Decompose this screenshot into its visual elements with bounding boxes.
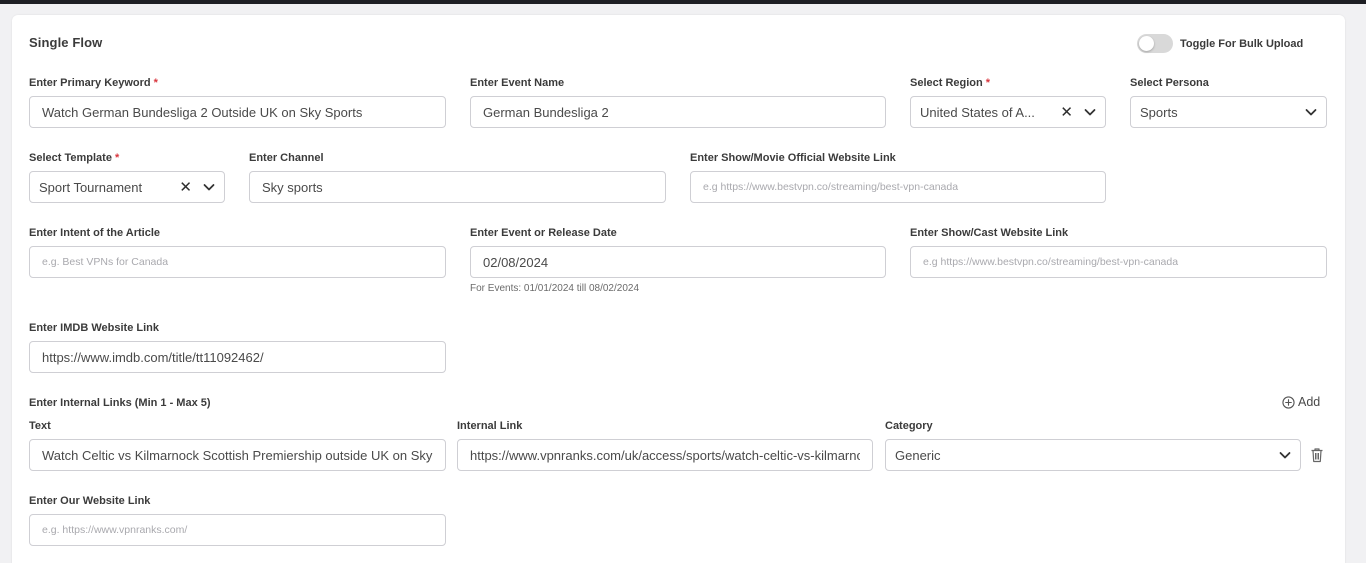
- release-date-input[interactable]: 02/08/2024: [470, 246, 886, 278]
- chevron-down-icon[interactable]: [1278, 448, 1292, 462]
- release-date-label: Enter Event or Release Date: [470, 227, 617, 239]
- internal-text-column-label: Text: [29, 420, 51, 432]
- cast-link-label: Enter Show/Cast Website Link: [910, 227, 1069, 239]
- window-top-bar: [0, 0, 1366, 4]
- page-title: Single Flow: [29, 35, 103, 50]
- region-label: Select Region *: [910, 77, 991, 89]
- event-name-label: Enter Event Name: [470, 77, 565, 89]
- official-link-label: Enter Show/Movie Official Website Link: [690, 152, 896, 164]
- our-website-link-input[interactable]: e.g. https://www.vpnranks.com/: [29, 514, 446, 546]
- official-link-input[interactable]: e.g https://www.bestvpn.co/streaming/bes…: [690, 171, 1106, 203]
- region-select[interactable]: United States of A... ✕: [910, 96, 1106, 128]
- event-name-input[interactable]: German Bundesliga 2: [470, 96, 886, 128]
- template-select[interactable]: Sport Tournament ✕: [29, 171, 225, 203]
- cast-link-input[interactable]: e.g https://www.bestvpn.co/streaming/bes…: [910, 246, 1327, 278]
- bulk-upload-toggle[interactable]: [1137, 34, 1173, 53]
- bulk-upload-toggle-label: Toggle For Bulk Upload: [1180, 37, 1304, 50]
- bulk-upload-toggle-group: Toggle For Bulk Upload: [1137, 34, 1303, 53]
- primary-keyword-label: Enter Primary Keyword *: [29, 77, 158, 89]
- clear-x-icon[interactable]: ✕: [1060, 105, 1073, 120]
- internal-link-column-label: Internal Link: [457, 420, 523, 432]
- add-internal-link-button[interactable]: Add: [1282, 395, 1320, 409]
- category-select[interactable]: Generic: [885, 439, 1301, 471]
- imdb-link-label: Enter IMDB Website Link: [29, 322, 159, 334]
- clear-x-icon[interactable]: ✕: [179, 180, 192, 195]
- channel-label: Enter Channel: [249, 152, 324, 164]
- trash-icon[interactable]: [1310, 447, 1324, 463]
- release-date-hint: For Events: 01/01/2024 till 08/02/2024: [470, 283, 640, 294]
- template-label: Select Template *: [29, 152, 120, 164]
- imdb-link-input[interactable]: https://www.imdb.com/title/tt11092462/: [29, 341, 446, 373]
- channel-input[interactable]: Sky sports: [249, 171, 666, 203]
- plus-circle-icon: [1282, 395, 1295, 409]
- category-column-label: Category: [885, 420, 933, 432]
- chevron-down-icon[interactable]: [1304, 105, 1318, 119]
- our-website-link-label: Enter Our Website Link: [29, 495, 151, 507]
- internal-link-url-input[interactable]: https://www.vpnranks.com/uk/access/sport…: [457, 439, 873, 471]
- chevron-down-icon[interactable]: [202, 180, 216, 194]
- internal-links-label: Enter Internal Links (Min 1 - Max 5): [29, 397, 211, 409]
- persona-label: Select Persona: [1130, 77, 1209, 89]
- persona-select[interactable]: Sports: [1130, 96, 1327, 128]
- internal-link-text-input[interactable]: Watch Celtic vs Kilmarnock Scottish Prem…: [29, 439, 446, 471]
- toggle-knob: [1139, 36, 1154, 51]
- primary-keyword-input[interactable]: Watch German Bundesliga 2 Outside UK on …: [29, 96, 446, 128]
- intent-input[interactable]: e.g. Best VPNs for Canada: [29, 246, 446, 278]
- intent-label: Enter Intent of the Article: [29, 227, 160, 239]
- add-label: Add: [1298, 395, 1321, 409]
- chevron-down-icon[interactable]: [1083, 105, 1097, 119]
